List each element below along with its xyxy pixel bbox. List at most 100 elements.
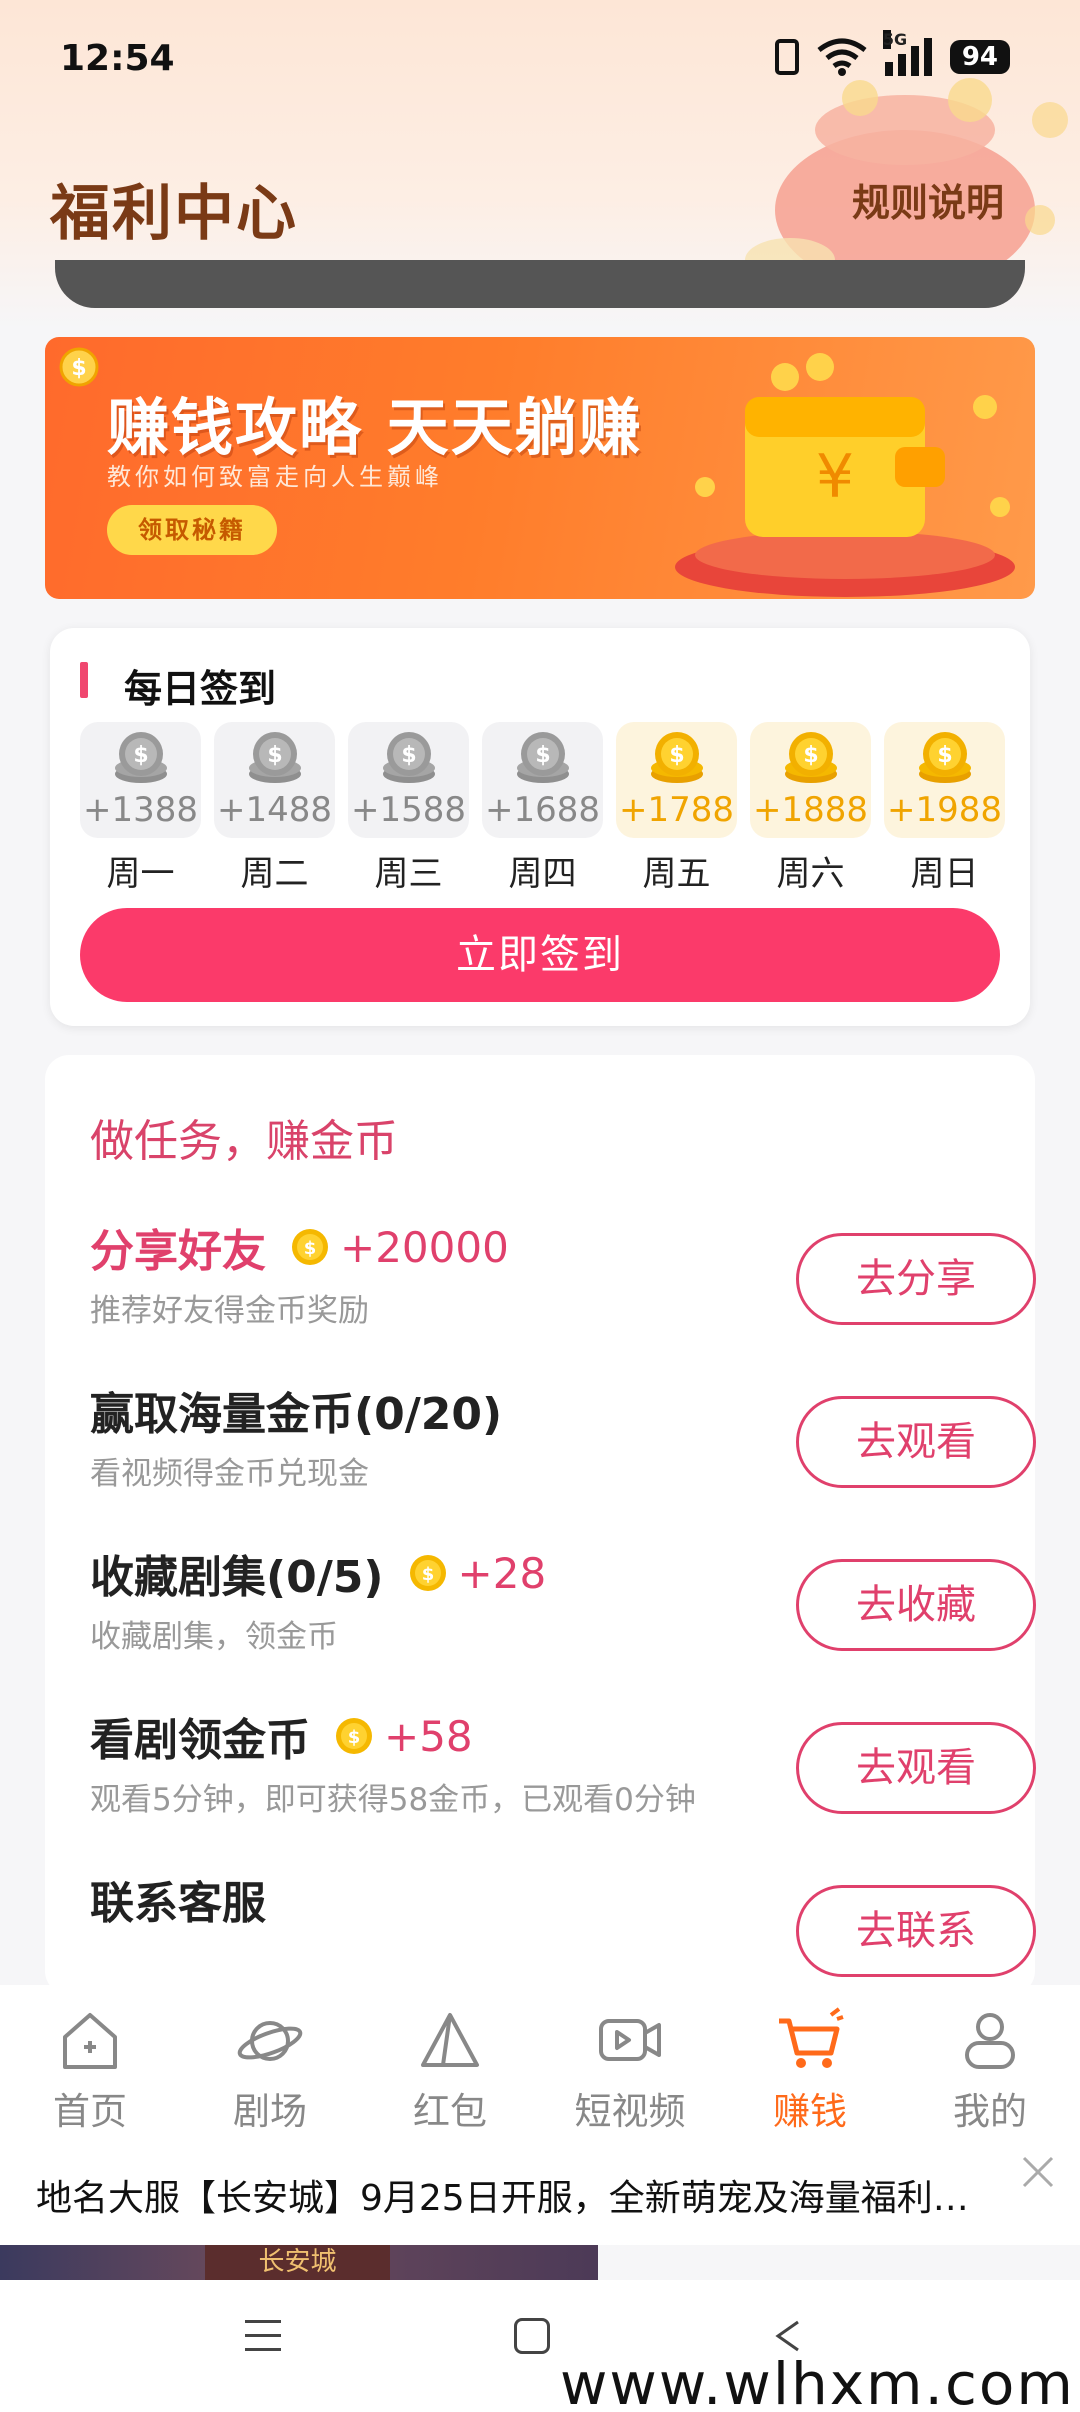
task-reward: $ +28 xyxy=(408,1549,546,1598)
rules-link[interactable]: 规则说明 xyxy=(852,172,1004,227)
task-title-row: 看剧领金币 $ +58 xyxy=(90,1704,473,1768)
home-button-icon[interactable] xyxy=(514,2318,550,2354)
svg-text:¥: ¥ xyxy=(816,442,854,512)
coin-stack-icon: $ xyxy=(650,732,703,783)
title-accent-bar xyxy=(80,662,88,698)
task-reward-amount: +20000 xyxy=(340,1222,509,1272)
task-reward-amount: +58 xyxy=(384,1711,473,1761)
page-title: 福利中心 xyxy=(50,179,298,249)
watermark: www.wlhxm.com xyxy=(560,2350,1075,2412)
nav-item-shortvideo[interactable]: 短视频 xyxy=(540,1985,720,2145)
svg-text:$: $ xyxy=(401,743,416,768)
nav-item-profile[interactable]: 我的 xyxy=(900,1985,1080,2145)
bottom-nav: 首页 剧场 红包 短视频 赚钱 我的 xyxy=(0,1985,1080,2145)
task-item-watch-drama: 看剧领金币 $ +58 观看5分钟，即可获得58金币，已观看0分钟 去观看 xyxy=(90,1704,1036,1834)
nav-item-home[interactable]: 首页 xyxy=(0,1985,180,2145)
close-icon[interactable] xyxy=(1018,2152,1058,2192)
nav-item-earn[interactable]: 赚钱 xyxy=(720,1985,900,2145)
signin-day-tile: $ +1988 xyxy=(884,722,1005,838)
svg-text:$: $ xyxy=(937,743,952,768)
banner-subtitle: 教你如何致富走向人生巅峰 xyxy=(107,463,443,491)
task-title-row: 赢取海量金币(0/20) xyxy=(90,1378,502,1442)
task-description: 收藏剧集，领金币 xyxy=(90,1619,338,1655)
home-icon xyxy=(63,2013,117,2069)
signin-day-label: 周一 xyxy=(106,854,175,894)
signin-day-tile: $ +1388 xyxy=(80,722,201,838)
signin-button[interactable]: 立即签到 xyxy=(80,908,1000,1002)
task-reward: $ +20000 xyxy=(290,1223,509,1272)
signin-day: $ +1688 周四 xyxy=(482,722,603,895)
coin-stack-icon: $ xyxy=(382,732,435,783)
svg-text:$: $ xyxy=(133,743,148,768)
signin-day-tile: $ +1888 xyxy=(750,722,871,838)
nav-label: 剧场 xyxy=(233,2090,307,2133)
wallet-illustration: ¥ xyxy=(675,353,1015,597)
signin-day-label: 周六 xyxy=(776,854,845,894)
coin-stack-icon: $ xyxy=(248,732,301,783)
banner-title: 赚钱攻略 天天躺赚 xyxy=(107,391,643,464)
recent-apps-icon[interactable] xyxy=(245,2320,281,2362)
svg-text:$: $ xyxy=(535,743,550,768)
signin-day-amount: +1888 xyxy=(752,790,868,830)
signin-day-tile: $ +1588 xyxy=(348,722,469,838)
nav-item-theater[interactable]: 剧场 xyxy=(180,1985,360,2145)
signin-day: $ +1988 周日 xyxy=(884,722,1005,895)
signin-day-label: 周五 xyxy=(642,854,711,894)
coin-stack-icon: $ xyxy=(918,732,971,783)
task-description: 推荐好友得金币奖励 xyxy=(90,1293,369,1329)
signin-day-amount: +1688 xyxy=(484,790,600,830)
watch-drama-button[interactable]: 去观看 xyxy=(796,1722,1036,1814)
svg-text:$: $ xyxy=(267,743,282,768)
svg-text:$: $ xyxy=(803,743,818,768)
favorite-button[interactable]: 去收藏 xyxy=(796,1559,1036,1651)
back-icon[interactable] xyxy=(770,2318,806,2354)
signin-day-label: 周二 xyxy=(240,854,309,894)
svg-text:$: $ xyxy=(304,1238,317,1259)
signin-day-amount: +1488 xyxy=(216,790,332,830)
coin-stack-icon: $ xyxy=(114,732,167,783)
svg-text:$: $ xyxy=(421,1564,434,1585)
share-button[interactable]: 去分享 xyxy=(796,1233,1036,1325)
banner-button[interactable]: 领取秘籍 xyxy=(107,505,277,555)
task-title: 赢取海量金币(0/20) xyxy=(90,1389,503,1440)
triangle-icon xyxy=(421,2013,479,2067)
cart-icon xyxy=(779,2007,844,2068)
coin-icon: $ xyxy=(292,1229,328,1265)
signin-day-amount: +1588 xyxy=(350,790,466,830)
nav-label: 我的 xyxy=(953,2090,1027,2133)
watch-button[interactable]: 去观看 xyxy=(796,1396,1036,1488)
task-item-watch-video: 赢取海量金币(0/20) 看视频得金币兑现金 去观看 xyxy=(90,1378,1036,1508)
video-icon xyxy=(599,2019,661,2061)
task-title-row: 联系客服 xyxy=(90,1867,266,1931)
ad-banner[interactable]: 地名大服【长安城】9月25日开服，全新萌宠及海量福利… xyxy=(0,2145,1080,2245)
task-description: 观看5分钟，即可获得58金币，已观看0分钟 xyxy=(90,1782,696,1818)
task-description: 看视频得金币兑现金 xyxy=(90,1456,369,1492)
svg-text:$: $ xyxy=(348,1727,361,1748)
tasks-heading: 做任务，赚金币 xyxy=(90,1116,398,1167)
task-title-row: 分享好友 $ +20000 xyxy=(90,1215,509,1279)
ad-text: 地名大服【长安城】9月25日开服，全新萌宠及海量福利… xyxy=(36,2178,969,2219)
task-item-share: 分享好友 $ +20000 推荐好友得金币奖励 去分享 xyxy=(90,1215,1036,1345)
contact-button[interactable]: 去联系 xyxy=(796,1885,1036,1977)
task-title-row: 收藏剧集(0/5) $ +28 xyxy=(90,1541,546,1605)
signin-day-tile: $ +1788 xyxy=(616,722,737,838)
nav-item-redpacket[interactable]: 红包 xyxy=(360,1985,540,2145)
task-title: 联系客服 xyxy=(90,1878,266,1929)
svg-text:$: $ xyxy=(71,356,86,381)
signin-day: $ +1788 周五 xyxy=(616,722,737,895)
ad-image-caption: 长安城 xyxy=(205,2245,390,2280)
task-title: 分享好友 xyxy=(90,1226,266,1277)
signin-day-label: 周四 xyxy=(508,854,577,894)
task-reward: $ +58 xyxy=(334,1712,473,1761)
signin-day-label: 周三 xyxy=(374,854,443,894)
coin-stack-icon: $ xyxy=(784,732,837,783)
task-title: 看剧领金币 xyxy=(90,1715,310,1766)
signin-day: $ +1588 周三 xyxy=(348,722,469,895)
signin-day-amount: +1788 xyxy=(618,790,734,830)
coin-icon: $ xyxy=(409,1555,446,1591)
nav-label: 短视频 xyxy=(574,2090,686,2133)
earning-guide-banner[interactable]: $ 赚钱攻略 天天躺赚 教你如何致富走向人生巅峰 领取秘籍 ¥ xyxy=(45,337,1035,599)
task-item-favorite: 收藏剧集(0/5) $ +28 收藏剧集，领金币 去收藏 xyxy=(90,1541,1036,1671)
signin-day-tile: $ +1488 xyxy=(214,722,335,838)
profile-icon xyxy=(965,2013,1015,2069)
